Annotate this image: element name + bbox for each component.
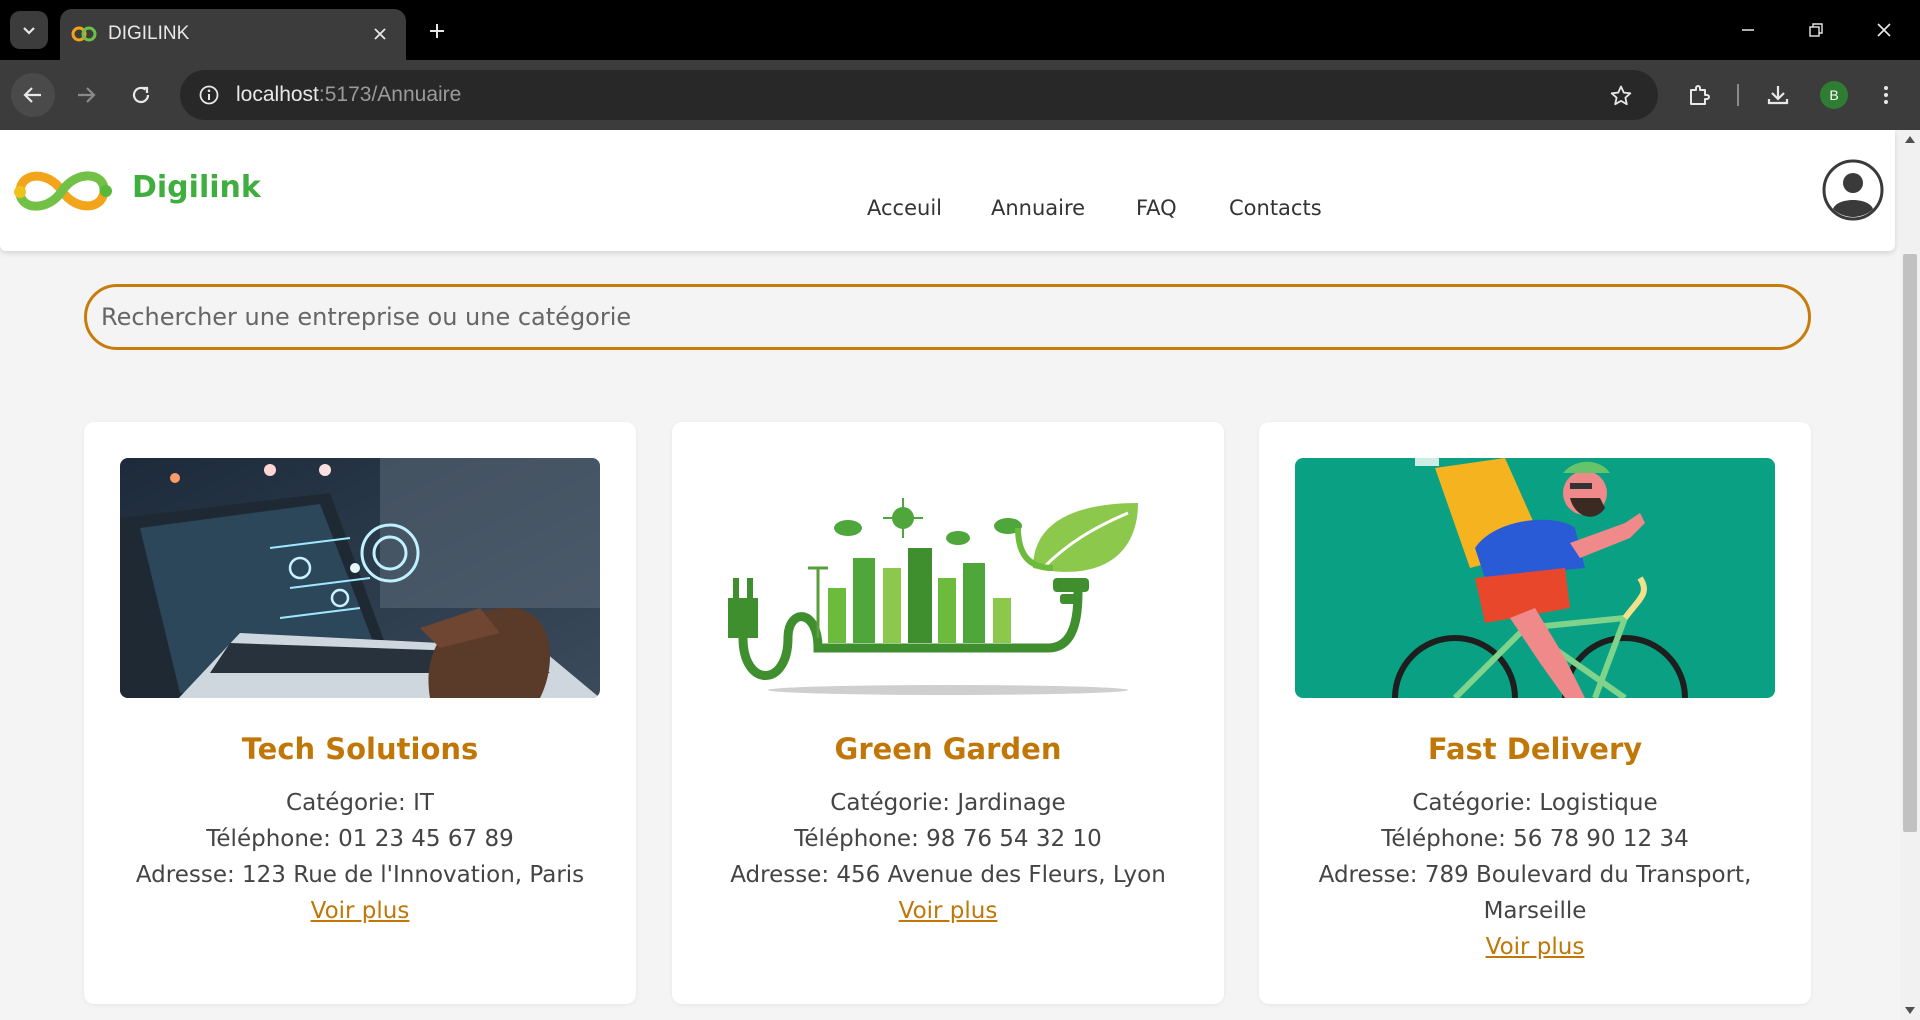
company-name: Tech Solutions (241, 732, 479, 766)
extensions-button[interactable] (1677, 73, 1721, 117)
restore-button[interactable] (1794, 12, 1838, 48)
company-image (708, 458, 1188, 698)
restore-icon (1809, 23, 1823, 37)
scroll-up-arrow[interactable] (1905, 136, 1915, 143)
nav-link-annuaire[interactable]: Annuaire (991, 196, 1085, 220)
extensions-icon (1690, 85, 1710, 105)
user-avatar-icon[interactable] (1822, 159, 1884, 221)
address-bar[interactable]: localhost:5173/Annuaire (180, 70, 1658, 120)
nav-link-contacts[interactable]: Contacts (1229, 196, 1322, 220)
url-text: localhost:5173/Annuaire (236, 83, 461, 107)
company-category: Catégorie: Jardinage (830, 790, 1066, 816)
company-phone: Téléphone: 01 23 45 67 89 (206, 826, 514, 852)
forward-icon (78, 87, 96, 103)
company-image (120, 458, 600, 698)
url-host: localhost (236, 83, 319, 106)
voir-plus-link[interactable]: Voir plus (1486, 934, 1585, 960)
site-header: Digilink Acceuil Annuaire FAQ Contacts (0, 130, 1895, 251)
company-details: Catégorie: Jardinage Téléphone: 98 76 54… (702, 785, 1194, 929)
company-card: Tech Solutions Catégorie: IT Téléphone: … (84, 422, 636, 1004)
company-address: Adresse: 789 Boulevard du Transport, Mar… (1318, 862, 1752, 924)
reload-icon (132, 86, 150, 104)
downloads-button[interactable] (1756, 73, 1800, 117)
company-card: Green Garden Catégorie: Jardinage Téléph… (672, 422, 1224, 1004)
more-icon (1884, 86, 1888, 104)
download-icon (1767, 86, 1789, 105)
nav-link-faq[interactable]: FAQ (1136, 196, 1177, 220)
toolbar-separator (1737, 84, 1739, 106)
chevron-down-icon (23, 27, 35, 35)
browser-tab-bar: DIGILINK (0, 0, 1920, 60)
company-address: Adresse: 123 Rue de l'Innovation, Paris (135, 862, 585, 888)
nav-link-acceuil[interactable]: Acceuil (867, 196, 942, 220)
search-input[interactable] (84, 284, 1811, 350)
digilink-favicon (71, 26, 97, 42)
browser-tab[interactable]: DIGILINK (60, 9, 406, 60)
page-viewport: Digilink Acceuil Annuaire FAQ Contacts R… (0, 130, 1900, 1020)
star-icon[interactable] (1606, 81, 1636, 111)
close-window-icon (1877, 23, 1891, 37)
scroll-thumb[interactable] (1903, 254, 1917, 832)
brand-name[interactable]: Digilink (132, 170, 261, 205)
minimize-button[interactable] (1726, 12, 1770, 48)
company-category: Catégorie: Logistique (1412, 790, 1658, 816)
url-path: :5173/Annuaire (318, 83, 462, 106)
info-icon[interactable] (193, 79, 225, 111)
voir-plus-link[interactable]: Voir plus (311, 898, 410, 924)
company-details: Catégorie: Logistique Téléphone: 56 78 9… (1289, 785, 1781, 965)
forward-button[interactable] (64, 73, 108, 117)
company-card: Fast Delivery Catégorie: Logistique Télé… (1259, 422, 1811, 1004)
profile-avatar[interactable]: B (1820, 81, 1848, 109)
digilink-logo[interactable] (12, 162, 116, 220)
company-name: Green Garden (834, 732, 1062, 766)
plus-icon (430, 24, 444, 38)
close-icon[interactable] (368, 22, 392, 46)
company-image (1295, 458, 1775, 698)
company-address: Adresse: 456 Avenue des Fleurs, Lyon (730, 862, 1166, 888)
company-phone: Téléphone: 56 78 90 12 34 (1381, 826, 1689, 852)
scroll-down-arrow[interactable] (1905, 1007, 1915, 1014)
back-button[interactable] (11, 73, 55, 117)
company-phone: Téléphone: 98 76 54 32 10 (794, 826, 1102, 852)
reload-button[interactable] (119, 73, 163, 117)
page-scrollbar[interactable] (1900, 130, 1920, 1020)
company-details: Catégorie: IT Téléphone: 01 23 45 67 89 … (114, 785, 606, 929)
company-category: Catégorie: IT (286, 790, 434, 816)
tab-title: DIGILINK (108, 23, 190, 44)
close-window-button[interactable] (1862, 12, 1906, 48)
minimize-icon (1742, 29, 1754, 31)
menu-button[interactable] (1864, 73, 1908, 117)
voir-plus-link[interactable]: Voir plus (899, 898, 998, 924)
tab-search-button[interactable] (10, 11, 48, 49)
back-icon (23, 87, 41, 103)
new-tab-button[interactable] (420, 14, 454, 48)
browser-toolbar: localhost:5173/Annuaire B (0, 60, 1920, 130)
company-name: Fast Delivery (1427, 732, 1643, 766)
